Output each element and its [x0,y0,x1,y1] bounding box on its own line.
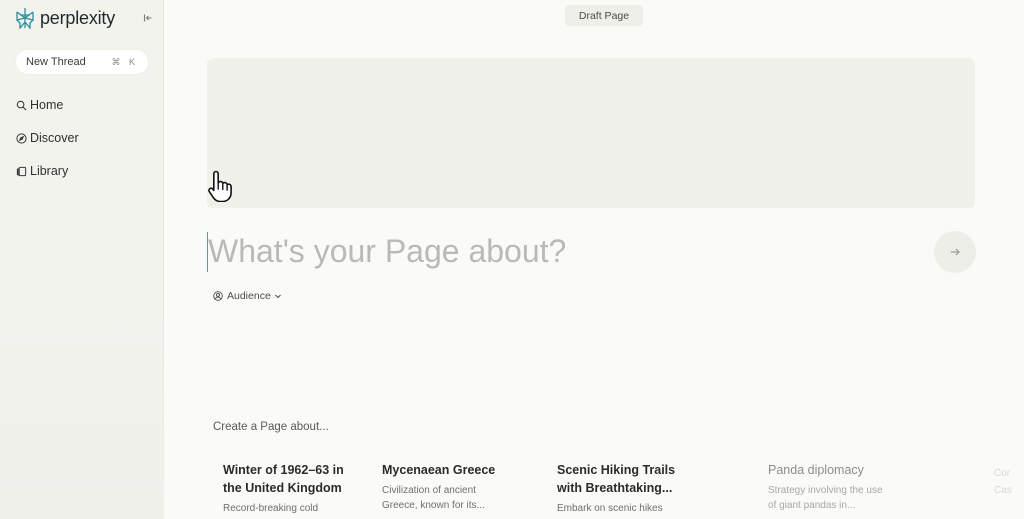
offscreen-card-ghost: Cor Cas [994,468,1012,496]
library-icon [16,166,27,176]
new-thread-button[interactable]: New Thread ⌘ K [16,50,148,74]
suggestion-card[interactable]: Mycenaean Greece Civilization of ancient… [382,461,502,513]
audience-label: Audience [227,290,271,302]
sidebar-item-library[interactable]: Library [16,161,148,181]
sidebar-item-label: Home [30,98,64,112]
suggestions-heading: Create a Page about... [213,421,329,433]
page-title-input[interactable] [208,228,908,274]
perplexity-logo-icon [16,8,34,29]
hand-pointer-icon [208,170,232,202]
sidebar-fade [0,300,164,519]
sidebar: perplexity New Thread ⌘ K Home Discover … [0,0,164,519]
new-thread-shortcut: ⌘ K [111,56,138,67]
suggestion-card[interactable]: Scenic Hiking Trails with Breathtaking..… [557,461,682,516]
sidebar-item-discover[interactable]: Discover [16,128,148,148]
card-description: Embark on scenic hikes [557,503,663,514]
audience-dropdown[interactable]: Audience [213,288,282,304]
collapse-icon [143,14,152,22]
chevron-down-icon [274,294,281,299]
logo-text: perplexity [40,7,116,28]
page-status-badge: Draft Page [565,5,643,26]
arrow-right-icon [951,248,960,256]
card-description: Civilization of ancient Greece, known fo… [382,485,485,511]
card-title: Scenic Hiking Trails with Breathtaking..… [557,463,676,495]
card-description: Record-breaking cold [223,503,319,514]
cover-image-placeholder[interactable] [207,58,975,208]
sidebar-item-label: Discover [30,131,79,145]
search-icon [16,100,27,110]
card-description: Strategy involving the use of giant pand… [768,485,883,511]
collapse-sidebar-button[interactable] [140,10,156,26]
card-title: Winter of 1962–63 in the United Kingdom [223,463,344,495]
compass-icon [16,132,27,144]
logo[interactable]: perplexity [14,6,156,30]
sidebar-item-label: Library [30,164,69,178]
new-thread-label: New Thread [26,56,86,68]
suggestion-card[interactable]: Panda diplomacy Strategy involving the u… [768,461,888,513]
sidebar-item-home[interactable]: Home [16,95,148,115]
submit-button[interactable] [934,231,976,273]
user-circle-icon [213,291,223,301]
card-title: Mycenaean Greece [382,463,496,477]
suggestion-card[interactable]: Winter of 1962–63 in the United Kingdom … [223,461,353,516]
card-title: Panda diplomacy [768,463,864,477]
